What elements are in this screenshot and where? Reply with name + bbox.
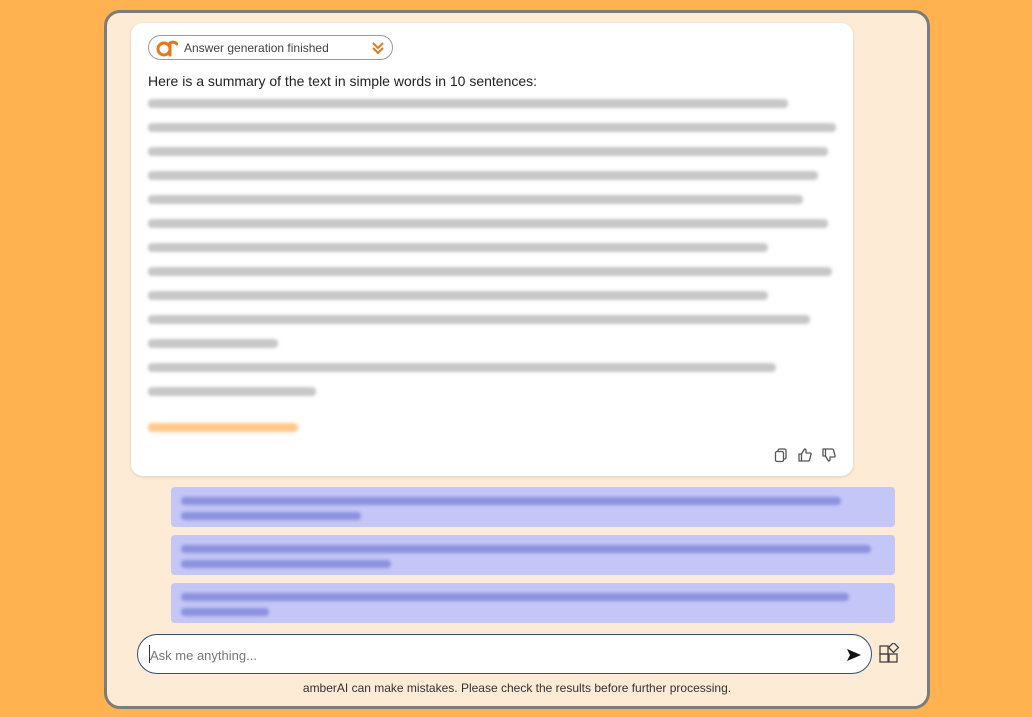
suggested-question-1[interactable] — [171, 487, 895, 527]
status-pill[interactable]: Answer generation finished — [148, 35, 393, 60]
disclaimer-text: amberAI can make mistakes. Please check … — [302, 681, 732, 695]
chat-window: Answer generation finished Here is a sum… — [104, 10, 930, 709]
chat-input[interactable] — [148, 644, 832, 666]
answer-actions — [773, 447, 837, 463]
status-text: Answer generation finished — [184, 41, 329, 55]
suggested-question-3[interactable] — [171, 583, 895, 623]
thumbs-up-icon[interactable] — [797, 447, 813, 463]
copy-icon[interactable] — [773, 447, 789, 463]
answer-intro: Here is a summary of the text in simple … — [148, 73, 538, 89]
amber-logo-icon — [156, 40, 178, 57]
send-icon[interactable] — [845, 646, 863, 664]
chevron-double-down-icon[interactable] — [370, 40, 386, 56]
thumbs-down-icon[interactable] — [821, 447, 837, 463]
show-relevant-documents-link[interactable] — [148, 423, 298, 432]
answer-card: Answer generation finished Here is a sum… — [131, 23, 853, 476]
chat-input-container — [137, 634, 872, 674]
blurred-answer-text — [148, 99, 838, 411]
apps-icon[interactable] — [878, 643, 900, 665]
suggested-question-2[interactable] — [171, 535, 895, 575]
